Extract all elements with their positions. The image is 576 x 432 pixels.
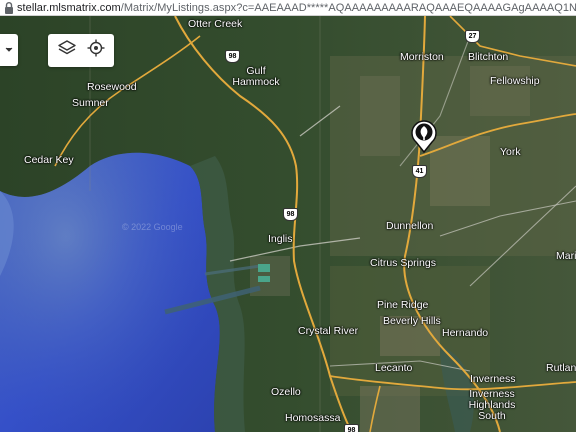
chevron-down-icon (4, 41, 14, 59)
place-label-beverly-hills: Beverly Hills (383, 315, 441, 327)
place-label-crystal-river: Crystal River (298, 325, 359, 337)
place-label-ozello: Ozello (271, 386, 301, 398)
url-domain: stellar.mlsmatrix.com (17, 1, 121, 14)
place-label-inglis: Inglis (268, 233, 293, 245)
place-label-cedar-key: Cedar Key (24, 154, 74, 166)
browser-url-bar[interactable]: stellar.mlsmatrix.com/Matrix/MyListings.… (0, 0, 576, 16)
place-label-otter-creek: Otter Creek (188, 18, 243, 30)
place-label-pine-ridge: Pine Ridge (377, 299, 429, 311)
layers-icon (57, 38, 77, 63)
url-path: /Matrix/MyListings.aspx?c=AAEAAAD*****AQ… (120, 1, 576, 14)
listing-pin-icon[interactable] (410, 118, 438, 154)
place-label-inverness-highlands-south: Inverness Highlands South (468, 388, 516, 422)
place-label-marion-oaks: Marion Oaks (556, 250, 576, 262)
layers-button[interactable] (54, 38, 80, 64)
place-label-york: York (500, 146, 521, 158)
place-label-rutland: Rutland (546, 362, 576, 374)
route-shield-41: 41 (412, 165, 427, 178)
route-shield-98-south: 98 (344, 424, 359, 432)
place-label-blitchton: Blitchton (468, 51, 509, 63)
place-label-inverness: Inverness (470, 373, 516, 385)
place-label-hernando: Hernando (442, 327, 489, 339)
map-controls (48, 34, 114, 67)
place-label-lecanto: Lecanto (375, 362, 413, 374)
url-text[interactable]: stellar.mlsmatrix.com/Matrix/MyListings.… (17, 2, 576, 14)
place-label-fellowship: Fellowship (490, 75, 540, 87)
place-label-homosassa: Homosassa (285, 412, 341, 424)
lock-icon (1, 1, 17, 15)
place-label-sumner: Sumner (72, 97, 109, 109)
map-left-toggle-button[interactable] (0, 34, 18, 66)
satellite-map[interactable]: © 2022 Google Otter Creek Rosewood Gulf … (0, 16, 576, 432)
route-shield-27: 27 (465, 30, 480, 43)
route-shield-98: 98 (225, 50, 240, 63)
route-shield-98: 98 (283, 208, 298, 221)
place-label-dunnellon: Dunnellon (386, 220, 434, 232)
place-label-citrus-springs: Citrus Springs (370, 257, 436, 269)
place-label-morriston: Morriston (400, 51, 444, 63)
crosshair-icon (86, 38, 106, 63)
locate-me-button[interactable] (83, 38, 109, 64)
map-copyright: © 2022 Google (122, 222, 183, 232)
place-label-gulf-hammock: Gulf Hammock (232, 65, 280, 88)
place-label-rosewood: Rosewood (87, 81, 137, 93)
